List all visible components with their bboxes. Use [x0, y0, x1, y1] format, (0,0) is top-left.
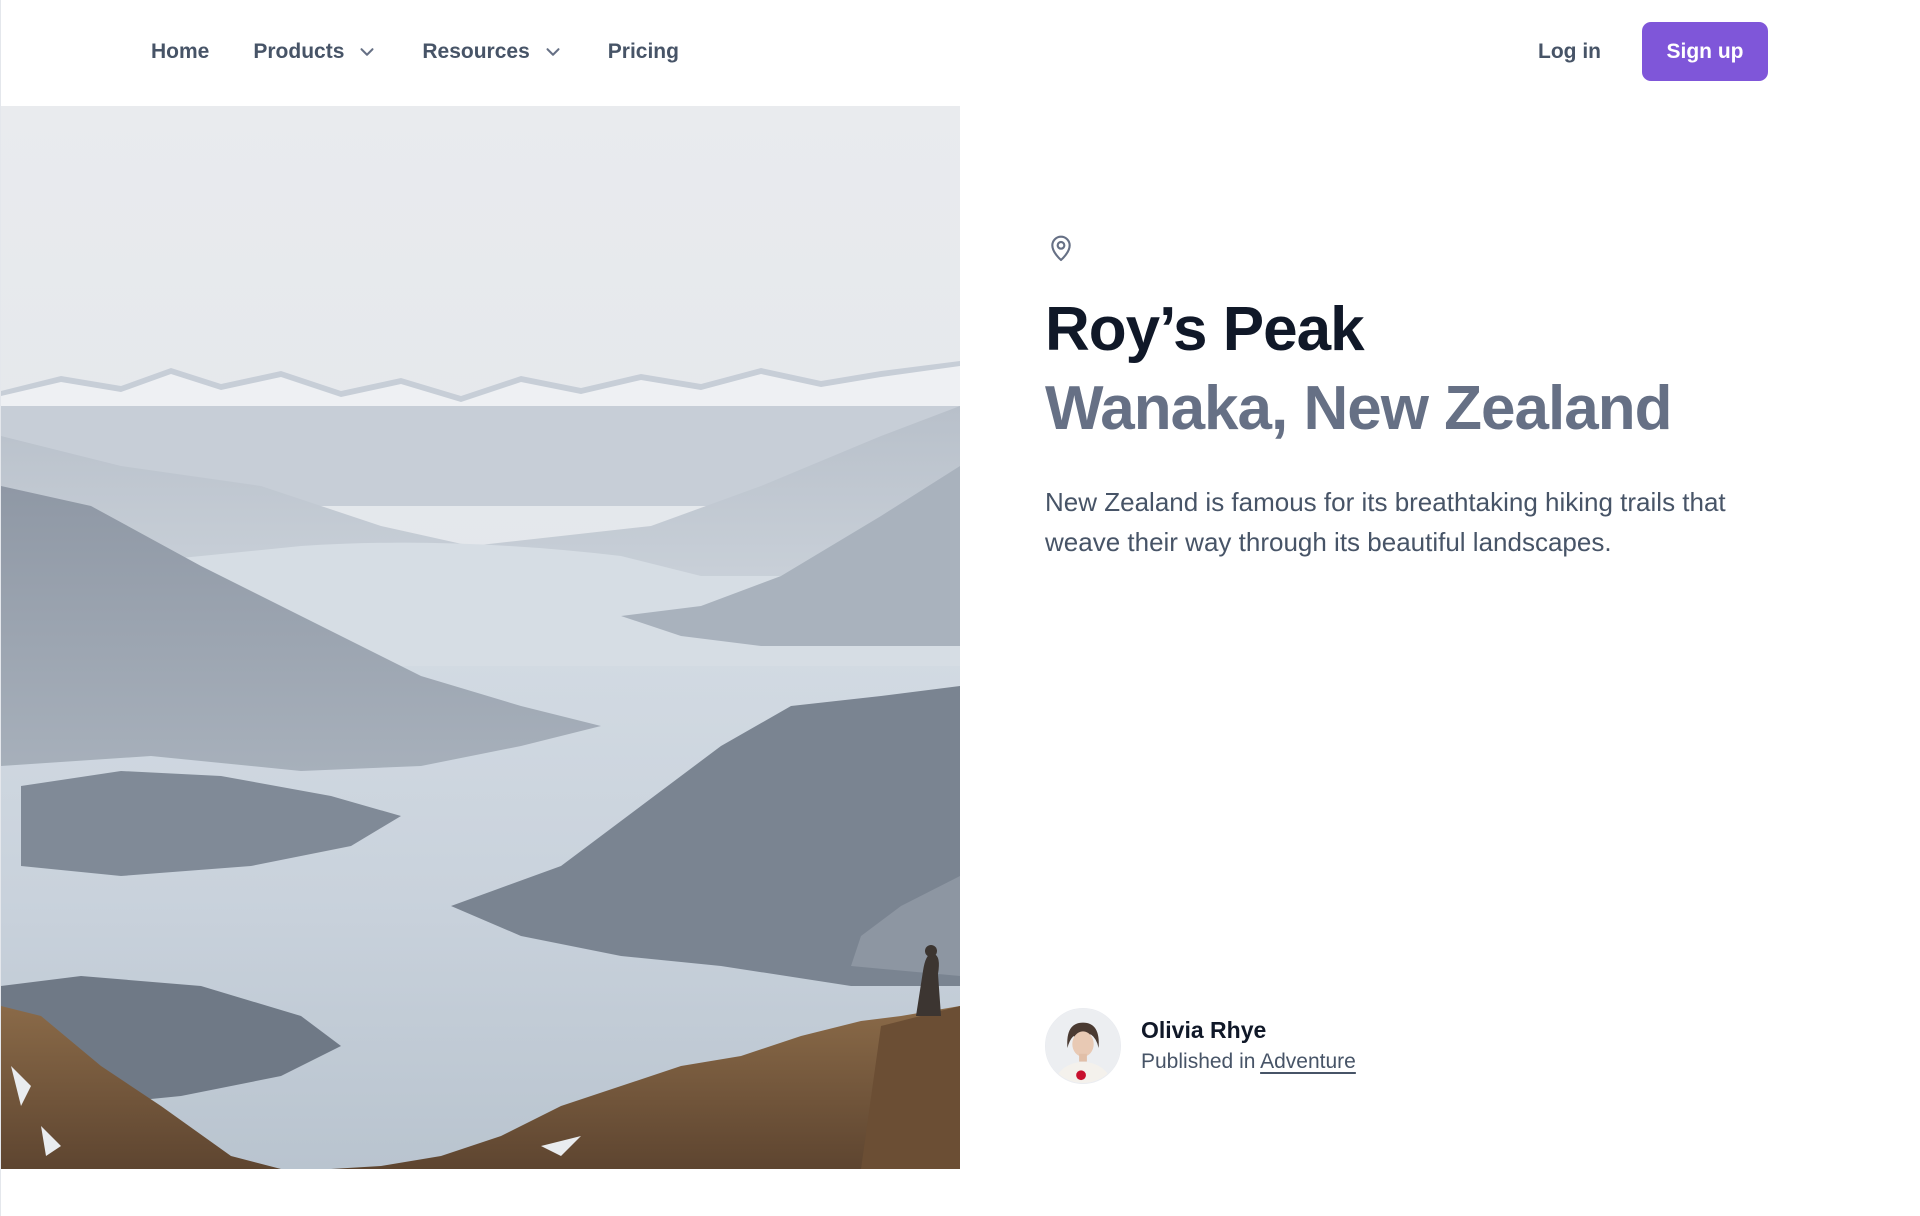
chevron-down-icon — [546, 48, 560, 56]
nav-item-label: Resources — [422, 40, 530, 63]
nav-item-label: Products — [253, 40, 345, 63]
hero-content: Roy’s Peak Wanaka, New Zealand New Zeala… — [1045, 232, 1805, 562]
published-prefix: Published in — [1141, 1050, 1256, 1073]
map-pin-icon — [1051, 235, 1071, 262]
nav-item-resources[interactable]: Resources — [422, 36, 563, 68]
nav-item-label: Home — [151, 40, 210, 63]
author-card: Olivia Rhye Published in Adventure — [1045, 1008, 1356, 1084]
top-nav: Home Products Resources Pricing Log in S… — [1, 0, 1920, 104]
published-line: Published in Adventure — [1141, 1046, 1356, 1078]
nav-item-pricing[interactable]: Pricing — [608, 36, 679, 68]
nav-item-products[interactable]: Products — [253, 36, 378, 68]
signup-button[interactable]: Sign up — [1642, 22, 1768, 81]
page-title: Roy’s Peak — [1045, 295, 1365, 364]
author-info: Olivia Rhye Published in Adventure — [1141, 1014, 1356, 1078]
login-link[interactable]: Log in — [1538, 40, 1601, 64]
hero-description: New Zealand is famous for its breathtaki… — [1045, 487, 1726, 557]
auth-actions: Log in Sign up — [1538, 22, 1768, 81]
landscape-photo — [1, 106, 960, 1169]
nav-links: Home Products Resources Pricing — [151, 36, 723, 68]
hero-image — [1, 106, 960, 1169]
avatar[interactable] — [1045, 1008, 1121, 1084]
category-link[interactable]: Adventure — [1260, 1050, 1356, 1073]
nav-item-label: Pricing — [607, 40, 679, 63]
nav-item-home[interactable]: Home — [151, 36, 209, 68]
author-name: Olivia Rhye — [1141, 1017, 1267, 1043]
page-subtitle: Wanaka, New Zealand — [1045, 374, 1672, 443]
page: Home Products Resources Pricing Log in S… — [0, 0, 1920, 1216]
chevron-down-icon — [360, 48, 374, 56]
avatar-image — [1046, 1009, 1120, 1083]
